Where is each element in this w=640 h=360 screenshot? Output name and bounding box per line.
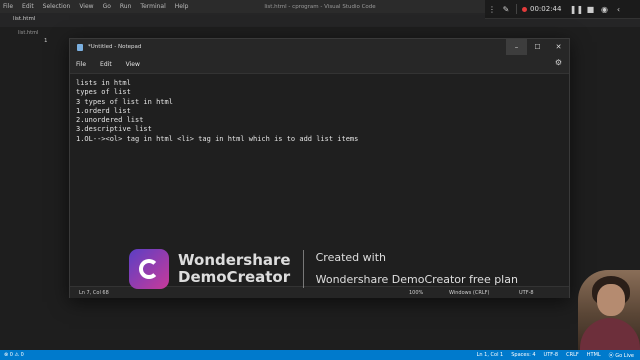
recorder-toolbar: ⋮ ✎ 00:02:44 ❚❚ ■ ◉ ‹ xyxy=(485,0,640,19)
menu-go[interactable]: Go xyxy=(103,3,111,10)
text-line: types of list xyxy=(76,88,131,97)
status-encoding[interactable]: UTF-8 xyxy=(544,352,559,359)
text-line: 1.orderd list xyxy=(76,106,131,115)
menu-view[interactable]: View xyxy=(79,3,93,10)
problems-indicator[interactable]: ⊗ 0 ⚠ 0 xyxy=(4,352,24,358)
menu-terminal[interactable]: Terminal xyxy=(140,3,165,10)
pen-icon[interactable]: ✎ xyxy=(499,5,513,14)
notepad-menu-view[interactable]: View xyxy=(126,61,140,68)
minimize-button[interactable]: – xyxy=(506,39,527,55)
brand-line1: Wondershare xyxy=(178,251,291,269)
text-line: 2.unordered list xyxy=(76,116,144,125)
menu-selection[interactable]: Selection xyxy=(43,3,71,10)
divider xyxy=(516,4,517,14)
notepad-title: *Untitled - Notepad xyxy=(88,44,142,50)
notepad-menu-edit[interactable]: Edit xyxy=(100,61,112,68)
status-language[interactable]: HTML xyxy=(587,352,601,359)
brand-line2: DemoCreator xyxy=(178,268,291,286)
notepad-menubar: File Edit View xyxy=(70,57,569,71)
watermark-text: Created with Wondershare DemoCreator fre… xyxy=(316,247,518,291)
maximize-button[interactable]: ☐ xyxy=(527,39,548,55)
notepad-titlebar: *Untitled - Notepad – ☐ ✕ xyxy=(70,39,569,55)
breadcrumb[interactable]: list.html xyxy=(18,30,38,36)
collapse-icon[interactable]: ‹ xyxy=(611,5,625,14)
window-controls: – ☐ ✕ xyxy=(506,39,569,55)
status-cursor-position[interactable]: Ln 1, Col 1 xyxy=(477,352,504,359)
status-indentation[interactable]: Spaces: 4 xyxy=(511,352,535,359)
menu-file[interactable]: File xyxy=(3,3,13,10)
created-with-label: Created with xyxy=(315,251,386,264)
line-number: 1 xyxy=(44,38,48,44)
cursor-position: Ln 7, Col 68 xyxy=(79,290,109,296)
democreator-watermark: Wondershare DemoCreator Created with Won… xyxy=(129,247,524,291)
close-button[interactable]: ✕ xyxy=(548,39,569,55)
vscode-menubar: File Edit Selection View Go Run Terminal… xyxy=(0,3,188,10)
text-line: 3 types of list in html xyxy=(76,97,173,106)
notepad-app-icon xyxy=(77,43,83,51)
plan-label: Wondershare DemoCreator free plan xyxy=(315,273,518,286)
drag-handle-icon[interactable]: ⋮ xyxy=(485,5,499,14)
text-content: lists in html types of list 3 types of l… xyxy=(76,79,358,144)
menu-edit[interactable]: Edit xyxy=(22,3,34,10)
recording-indicator-icon xyxy=(522,6,527,12)
pause-icon[interactable]: ❚❚ xyxy=(569,5,583,14)
stop-icon[interactable]: ■ xyxy=(583,5,597,14)
settings-gear-icon[interactable]: ⚙ xyxy=(555,58,562,67)
notepad-menu-file[interactable]: File xyxy=(76,61,86,68)
webcam-overlay xyxy=(578,270,640,350)
text-line: 1.OL--><ol> tag in html <li> tag in html… xyxy=(76,134,359,143)
vscode-statusbar: ⊗ 0 ⚠ 0 Ln 1, Col 1 Spaces: 4 UTF-8 CRLF… xyxy=(0,350,640,360)
menu-help[interactable]: Help xyxy=(175,3,189,10)
text-line: 3.descriptive list xyxy=(76,125,152,134)
recording-timer: 00:02:44 xyxy=(530,5,562,13)
go-live-button[interactable]: ⦿ Go Live xyxy=(609,352,634,359)
audio-icon[interactable]: ◉ xyxy=(597,5,611,14)
tab-list-html[interactable]: list.html xyxy=(13,16,35,22)
watermark-divider xyxy=(302,250,304,288)
text-line: lists in html xyxy=(76,79,131,87)
democreator-logo-icon xyxy=(129,249,169,289)
watermark-brand: Wondershare DemoCreator xyxy=(178,252,291,286)
status-line-ending[interactable]: CRLF xyxy=(566,352,579,359)
menu-run[interactable]: Run xyxy=(120,3,132,10)
